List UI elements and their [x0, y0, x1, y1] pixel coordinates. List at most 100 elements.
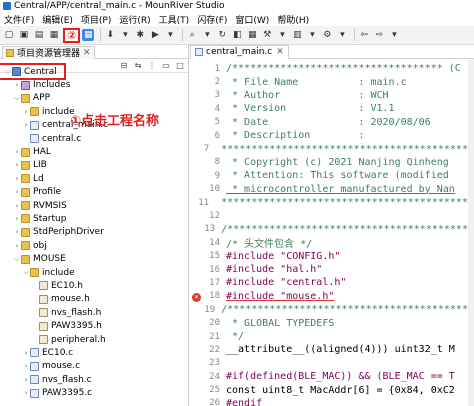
dropdown-icon[interactable]: ▾ — [164, 29, 176, 41]
tree-item[interactable]: mouse.h — [0, 293, 188, 306]
chip-icon[interactable]: ▥ — [291, 29, 303, 41]
code-line[interactable]: 14 /* 头文件包含 */ — [190, 236, 474, 251]
tree-item[interactable]: › Ld — [0, 172, 188, 185]
code-line[interactable]: 6 * Description : — [190, 129, 474, 142]
menu-run[interactable]: 运行(R) — [115, 13, 154, 26]
back-icon[interactable]: ⇦ — [358, 29, 370, 41]
chevron-right-icon[interactable]: › — [13, 175, 21, 183]
menu-file[interactable]: 文件(F) — [0, 13, 38, 26]
code-line[interactable]: 9 * Attention: This software (modified — [190, 169, 474, 182]
code-line[interactable]: 10 * microcontroller manufactured by Nan — [190, 183, 474, 196]
tab-central-main[interactable]: central_main.c ✕ — [190, 45, 289, 59]
tree-item[interactable]: › PAW3395.c — [0, 386, 188, 399]
code-lines[interactable]: 1 /*********************************** (C… — [190, 62, 474, 406]
forward-icon[interactable]: ⇨ — [373, 29, 385, 41]
chevron-right-icon[interactable]: › — [13, 81, 21, 89]
tree-item[interactable]: ⌵ MOUSE — [0, 252, 188, 265]
search-icon[interactable]: ⌕ — [186, 29, 198, 41]
code-line[interactable]: 1 /*********************************** (C — [190, 62, 474, 75]
refresh-icon[interactable]: ↻ — [216, 29, 228, 41]
code-line[interactable]: 13 /*************************************… — [190, 223, 474, 236]
tree-item[interactable]: ⌵ APP — [0, 92, 188, 105]
chevron-right-icon[interactable]: › — [13, 161, 21, 169]
error-marker-icon[interactable]: ✕ — [192, 293, 201, 303]
save-icon[interactable]: ▣ — [18, 29, 30, 41]
chevron-right-icon[interactable]: › — [22, 362, 30, 370]
dropdown-icon[interactable]: ▾ — [201, 29, 213, 41]
tree-item[interactable]: › Startup — [0, 212, 188, 225]
code-line[interactable]: 2 * File Name : main.c — [190, 75, 474, 88]
code-line[interactable]: 22 __attribute__((aligned(4))) uint32_t M — [190, 343, 474, 356]
code-line[interactable]: 21 */ — [190, 330, 474, 343]
dropdown-icon[interactable]: ▾ — [119, 29, 131, 41]
code-line[interactable]: 12 — [190, 209, 474, 222]
erase-icon[interactable]: ◧ — [231, 29, 243, 41]
download-icon[interactable]: ⬇ — [104, 29, 116, 41]
tree-item[interactable]: › StdPeriphDriver — [0, 226, 188, 239]
code-line[interactable]: 3 * Author : WCH — [190, 89, 474, 102]
code-line[interactable]: 16 #include "hal.h" — [190, 263, 474, 276]
code-line[interactable]: 26 #endif — [190, 397, 474, 406]
config-icon[interactable]: ⚙ — [321, 29, 333, 41]
chevron-right-icon[interactable]: › — [22, 349, 30, 357]
dropdown-icon[interactable]: ▾ — [306, 29, 318, 41]
tree-item[interactable]: › RVMSIS — [0, 199, 188, 212]
tree-item[interactable]: › obj — [0, 239, 188, 252]
run-icon[interactable]: ▶ — [149, 29, 161, 41]
tab-project-explorer[interactable]: 项目资源管理器 ✕ — [2, 45, 95, 59]
chevron-right-icon[interactable]: › — [13, 202, 21, 210]
tree-item[interactable]: › EC10.c — [0, 346, 188, 359]
code-line[interactable]: 25 const uint8_t MacAddr[6] = {0x84, 0xC2 — [190, 383, 474, 396]
code-line[interactable]: 7 **************************************… — [190, 142, 474, 155]
chevron-down-icon[interactable]: ⌵ — [13, 94, 21, 103]
tree-item[interactable]: ⌵ include — [0, 266, 188, 279]
tree-item[interactable]: peripheral.h — [0, 333, 188, 346]
target-config-icon[interactable]: ▦ — [82, 29, 95, 41]
chevron-right-icon[interactable]: › — [13, 228, 21, 236]
tree-item[interactable]: › Profile — [0, 186, 188, 199]
menu-flash[interactable]: 闪存(F) — [193, 13, 231, 26]
close-icon[interactable]: ✕ — [276, 47, 284, 57]
tree-item[interactable]: central.c — [0, 132, 188, 145]
code-line[interactable]: 15 #include "CONFIG.h" — [190, 249, 474, 262]
chevron-right-icon[interactable]: › — [22, 121, 30, 129]
dropdown-icon[interactable]: ▾ — [388, 29, 400, 41]
chevron-right-icon[interactable]: › — [22, 376, 30, 384]
chevron-right-icon[interactable]: › — [13, 148, 21, 156]
tree-item[interactable]: › HAL — [0, 145, 188, 158]
code-line[interactable]: 23 — [190, 357, 474, 370]
code-line[interactable]: 24 #if(defined(BLE_MAC)) && (BLE_MAC == T — [190, 370, 474, 383]
save-all-icon[interactable]: ▤ — [33, 29, 45, 41]
tools-icon[interactable]: ⚒ — [261, 29, 273, 41]
code-line[interactable]: 4 * Version : V1.1 — [190, 102, 474, 115]
chevron-right-icon[interactable]: › — [22, 108, 30, 116]
menu-tools[interactable]: 工具(T) — [155, 13, 194, 26]
new-file-icon[interactable]: ▢ — [3, 29, 15, 41]
menu-project[interactable]: 项目(P) — [77, 13, 115, 26]
chevron-down-icon[interactable]: ⌵ — [13, 255, 21, 264]
chevron-down-icon[interactable]: ⌵ — [22, 268, 30, 277]
grid-icon[interactable]: ▦ — [246, 29, 258, 41]
tree-item[interactable]: › Includes — [0, 78, 188, 91]
chevron-down-icon[interactable]: ⌵ — [4, 67, 12, 76]
build-icon[interactable]: ▦ — [48, 29, 60, 41]
close-icon[interactable]: ✕ — [83, 48, 91, 58]
chevron-right-icon[interactable]: › — [13, 242, 21, 250]
code-line[interactable]: 17 #include "central.h" — [190, 276, 474, 289]
menu-help[interactable]: 帮助(H) — [273, 13, 313, 26]
tree-item[interactable]: nvs_flash.h — [0, 306, 188, 319]
menu-window[interactable]: 窗口(W) — [231, 13, 273, 26]
code-line[interactable]: 11 *************************************… — [190, 196, 474, 209]
code-line[interactable]: 19 /*************************************… — [190, 303, 474, 316]
tree-item[interactable]: › nvs_flash.c — [0, 373, 188, 386]
chevron-right-icon[interactable]: › — [22, 389, 30, 397]
tree-item[interactable]: › mouse.c — [0, 360, 188, 373]
code-line[interactable]: 8 * Copyright (c) 2021 Nanjing Qinheng — [190, 156, 474, 169]
code-line[interactable]: 5 * Date : 2020/08/06 — [190, 116, 474, 129]
chevron-right-icon[interactable]: › — [13, 215, 21, 223]
dropdown-icon[interactable]: ▾ — [276, 29, 288, 41]
debug-icon[interactable]: ✱ — [134, 29, 146, 41]
dropdown-icon[interactable]: ▾ — [336, 29, 348, 41]
code-line[interactable]: 18 ✕ #include "mouse.h" — [190, 290, 474, 303]
chevron-right-icon[interactable]: › — [13, 188, 21, 196]
